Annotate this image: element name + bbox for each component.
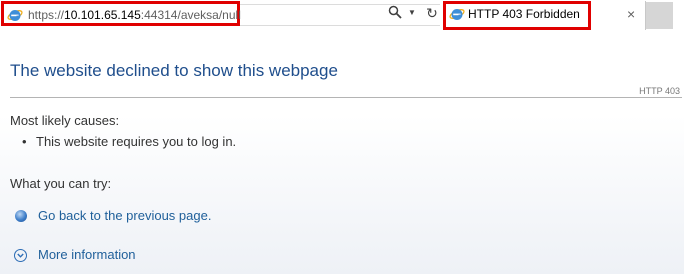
tab-title: HTTP 403 Forbidden: [468, 7, 580, 21]
new-tab-button[interactable]: [646, 2, 673, 29]
dropdown-icon[interactable]: ▼: [404, 5, 420, 21]
expand-icon: [14, 248, 28, 262]
search-icon[interactable]: [387, 5, 403, 21]
close-icon[interactable]: ×: [627, 7, 635, 21]
error-page: The website declined to show this webpag…: [0, 30, 684, 274]
page-title: The website declined to show this webpag…: [10, 61, 338, 80]
more-information-label: More information: [38, 247, 136, 262]
url-text[interactable]: https://10.101.65.145:44314/aveksa/null: [28, 8, 241, 22]
go-back-label: Go back to the previous page.: [38, 208, 212, 223]
try-label: What you can try:: [10, 176, 112, 191]
ie-logo-icon: [7, 7, 23, 23]
cause-item: This website requires you to log in.: [22, 134, 236, 149]
error-code: HTTP 403: [639, 86, 680, 96]
url-prefix: https://: [28, 8, 65, 22]
browser-chrome: https://10.101.65.145:44314/aveksa/null …: [0, 0, 684, 30]
url-domain: 10.101.65.145: [64, 8, 141, 22]
back-icon: [14, 209, 28, 223]
divider: [10, 97, 682, 98]
tab-http-403[interactable]: HTTP 403 Forbidden ×: [443, 1, 646, 30]
causes-label: Most likely causes:: [10, 113, 120, 128]
ie-logo-icon: [449, 6, 465, 22]
url-path: :44314/aveksa/null: [140, 8, 241, 22]
refresh-icon[interactable]: ↻: [424, 5, 440, 21]
address-bar[interactable]: https://10.101.65.145:44314/aveksa/null: [1, 1, 241, 26]
